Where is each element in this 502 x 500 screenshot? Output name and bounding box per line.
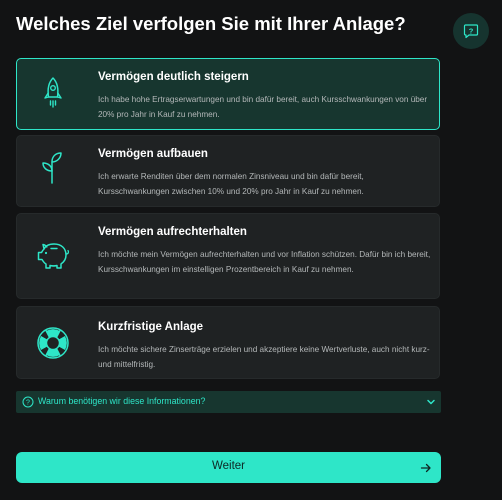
lifebuoy-icon [35,325,71,361]
option-description: Ich erwarte Renditen über dem normalen Z… [98,172,364,196]
sprout-icon [35,150,71,186]
question-circle-icon: ? [22,396,34,408]
weiter-button[interactable]: Weiter [16,452,441,483]
svg-text:?: ? [26,400,30,407]
help-question-icon: ? [463,24,479,39]
arrow-right-icon [420,463,431,473]
option-card-kurzfristige-anlage[interactable]: Kurzfristige Anlage Ich möchte sichere Z… [16,306,440,379]
option-title: Kurzfristige Anlage [98,321,204,333]
option-description: Ich möchte sichere Zinserträge erzielen … [98,345,430,369]
option-title: Vermögen aufrechterhalten [98,226,247,238]
rocket-icon [35,75,71,111]
help-button-symbol: ? [469,26,474,35]
page-title: Welches Ziel verfolgen Sie mit Ihrer Anl… [16,13,406,34]
info-accordion[interactable]: ? Warum benötigen wir diese Informatione… [16,391,441,413]
option-card-vermoegen-aufrechterhalten[interactable]: Vermögen aufrechterhalten Ich möchte mei… [16,213,440,299]
help-button[interactable]: ? [453,13,489,49]
weiter-button-label: Weiter [211,460,246,472]
piggy-bank-icon [35,238,71,274]
option-description: Ich möchte mein Vermögen aufrechterhalte… [98,250,431,274]
option-title: Vermögen aufbauen [98,148,208,160]
option-title: Vermögen deutlich steigern [98,71,249,83]
chevron-down-icon [427,399,435,405]
option-description: Ich habe hohe Ertragserwartungen und bin… [98,95,428,119]
option-card-vermoegen-aufbauen[interactable]: Vermögen aufbauen Ich erwarte Renditen ü… [16,135,440,207]
option-card-vermoegen-deutlich-steigern[interactable]: Vermögen deutlich steigern Ich habe hohe… [16,58,440,130]
info-accordion-label: Warum benötigen wir diese Informationen? [38,396,206,406]
